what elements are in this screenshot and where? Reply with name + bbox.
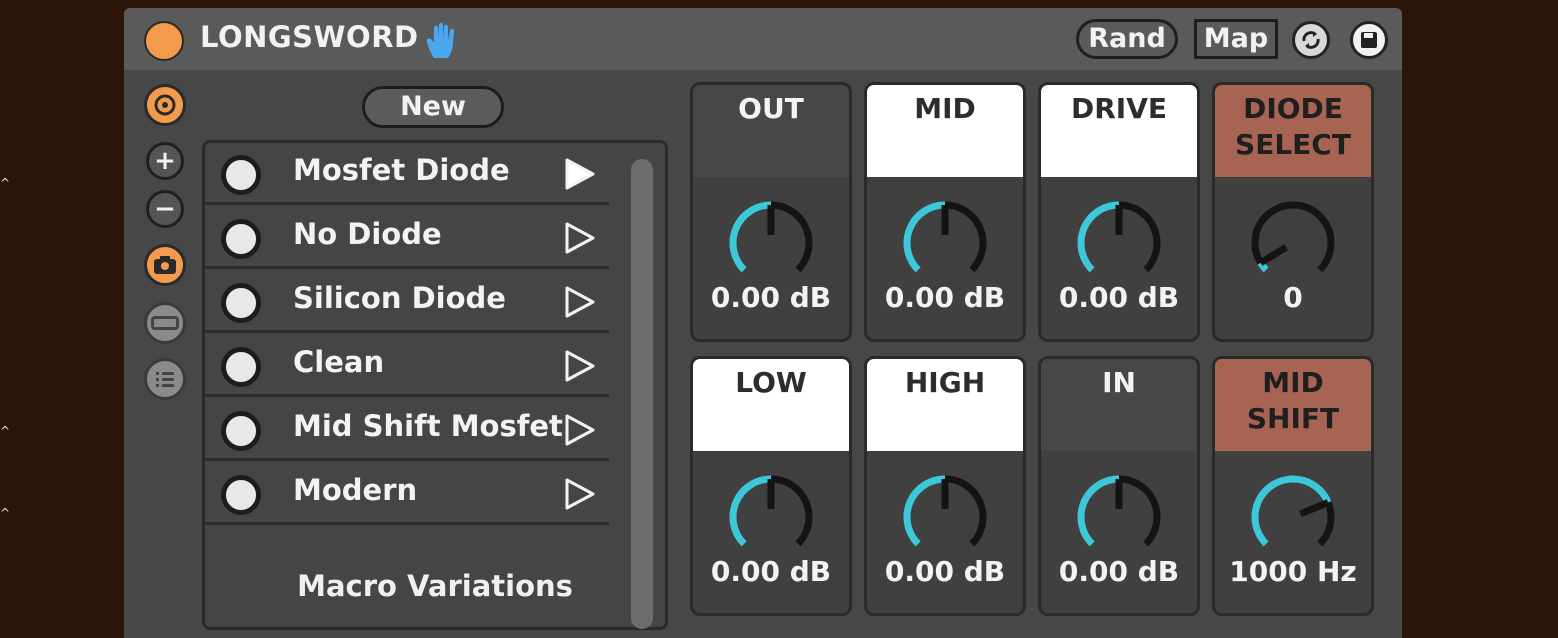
edge-mark: ^	[0, 176, 11, 190]
edge-mark: ^	[0, 506, 11, 520]
play-icon[interactable]	[561, 157, 597, 191]
hand-icon[interactable]	[424, 22, 460, 60]
knob-label: DRIVE	[1041, 85, 1197, 177]
device-titlebar: LONGSWORD Rand Map	[124, 8, 1402, 70]
knob-label: IN	[1041, 359, 1197, 451]
play-icon[interactable]	[561, 477, 597, 511]
snapshot-icon[interactable]	[221, 283, 261, 323]
variation-label: Silicon Diode	[293, 281, 506, 315]
knob-value-arc	[903, 201, 946, 273]
knob-pointer	[1258, 244, 1289, 266]
knob-dial[interactable]	[895, 467, 995, 567]
snapshot-icon[interactable]	[221, 411, 261, 451]
variation-label: No Diode	[293, 217, 442, 251]
save-icon[interactable]	[1350, 21, 1388, 59]
knob-value-arc	[1077, 475, 1120, 547]
knob-cell: MID 0.00 dB	[864, 82, 1026, 342]
list-item[interactable]: Mid Shift Mosfet	[205, 399, 609, 461]
add-variation-icon[interactable]: +	[146, 142, 184, 180]
knob-dial[interactable]	[1069, 467, 1169, 567]
hotswap-icon[interactable]	[1292, 21, 1330, 59]
knob-value-arc	[729, 201, 772, 273]
knob-cell: LOW 0.00 dB	[690, 356, 852, 616]
knob-value-arc	[1251, 475, 1332, 547]
knob-track-arc	[1118, 201, 1161, 273]
list-item[interactable]: Clean	[205, 335, 609, 397]
knob-dial[interactable]	[721, 193, 821, 293]
device-title: LONGSWORD	[200, 20, 419, 54]
knob-dial[interactable]	[1069, 193, 1169, 293]
snapshot-icon[interactable]	[221, 155, 261, 195]
variation-list: Mosfet Diode No Diode Silicon Diode Clean Mi…	[202, 140, 668, 630]
knob-dial[interactable]	[1243, 193, 1343, 293]
knob-cell: IN 0.00 dB	[1038, 356, 1200, 616]
knob-label: HIGH	[867, 359, 1023, 451]
snapshot-icon[interactable]	[221, 219, 261, 259]
list-scrollbar[interactable]	[631, 159, 653, 629]
remove-variation-icon[interactable]: −	[146, 190, 184, 228]
knob-value: 0	[1283, 281, 1303, 314]
knob-track-arc	[1118, 475, 1161, 547]
macro-variations-label: Macro Variations	[297, 569, 573, 603]
knob-dial[interactable]	[895, 193, 995, 293]
knob-cell: OUT 0.00 dB	[690, 82, 852, 342]
play-icon[interactable]	[561, 221, 597, 255]
knob-track-arc	[944, 201, 987, 273]
knob-cell: HIGH 0.00 dB	[864, 356, 1026, 616]
variation-label: Modern	[293, 473, 418, 507]
edge-mark: ^	[0, 424, 11, 438]
rand-button[interactable]: Rand	[1076, 19, 1178, 59]
snapshot-icon[interactable]	[221, 347, 261, 387]
knob-value: 1000 Hz	[1229, 555, 1357, 588]
knob-track-arc	[944, 475, 987, 547]
map-button[interactable]: Map	[1194, 19, 1278, 59]
new-variation-button[interactable]: New	[362, 86, 504, 128]
knob-label: MID SHIFT	[1215, 359, 1371, 451]
hot-swap-toggle-icon[interactable]	[144, 84, 186, 126]
list-item[interactable]: Modern	[205, 463, 609, 525]
list-item[interactable]: No Diode	[205, 207, 609, 269]
variation-label: Mosfet Diode	[293, 153, 510, 187]
knob-label: LOW	[693, 359, 849, 451]
knob-value: 0.00 dB	[884, 281, 1006, 314]
list-item[interactable]: Mosfet Diode	[205, 143, 609, 205]
knob-value-arc	[1077, 201, 1120, 273]
knob-dial[interactable]	[1243, 467, 1343, 567]
play-icon[interactable]	[561, 413, 597, 447]
knob-value-arc	[903, 475, 946, 547]
knob-track-arc	[770, 475, 813, 547]
knob-cell: MID SHIFT 1000 Hz	[1212, 356, 1374, 616]
knob-value: 0.00 dB	[710, 555, 832, 588]
list-item[interactable]: Silicon Diode	[205, 271, 609, 333]
knob-value: 0.00 dB	[884, 555, 1006, 588]
variation-label: Clean	[293, 345, 385, 379]
knob-value-arc	[729, 475, 772, 547]
knob-label: DIODE SELECT	[1215, 85, 1371, 177]
knob-track-arc	[770, 201, 813, 273]
snapshot-icon[interactable]	[221, 475, 261, 515]
knob-value: 0.00 dB	[1058, 555, 1180, 588]
knob-value: 0.00 dB	[710, 281, 832, 314]
device-power-icon[interactable]	[144, 21, 184, 61]
knob-cell: DRIVE 0.00 dB	[1038, 82, 1200, 342]
variation-label: Mid Shift Mosfet	[293, 409, 563, 443]
knob-cell: DIODE SELECT 0	[1212, 82, 1374, 342]
snapshot-icon[interactable]	[144, 244, 186, 286]
knob-value: 0.00 dB	[1058, 281, 1180, 314]
knob-dial[interactable]	[721, 467, 821, 567]
knob-label: MID	[867, 85, 1023, 177]
play-icon[interactable]	[561, 285, 597, 319]
device-panel: LONGSWORD Rand Map + − New Mosfet Diode …	[124, 8, 1402, 638]
knob-label: OUT	[693, 85, 849, 177]
list-icon[interactable]	[144, 358, 186, 400]
play-icon[interactable]	[561, 349, 597, 383]
collapse-icon[interactable]	[144, 302, 186, 344]
knob-pointer	[1299, 499, 1330, 518]
